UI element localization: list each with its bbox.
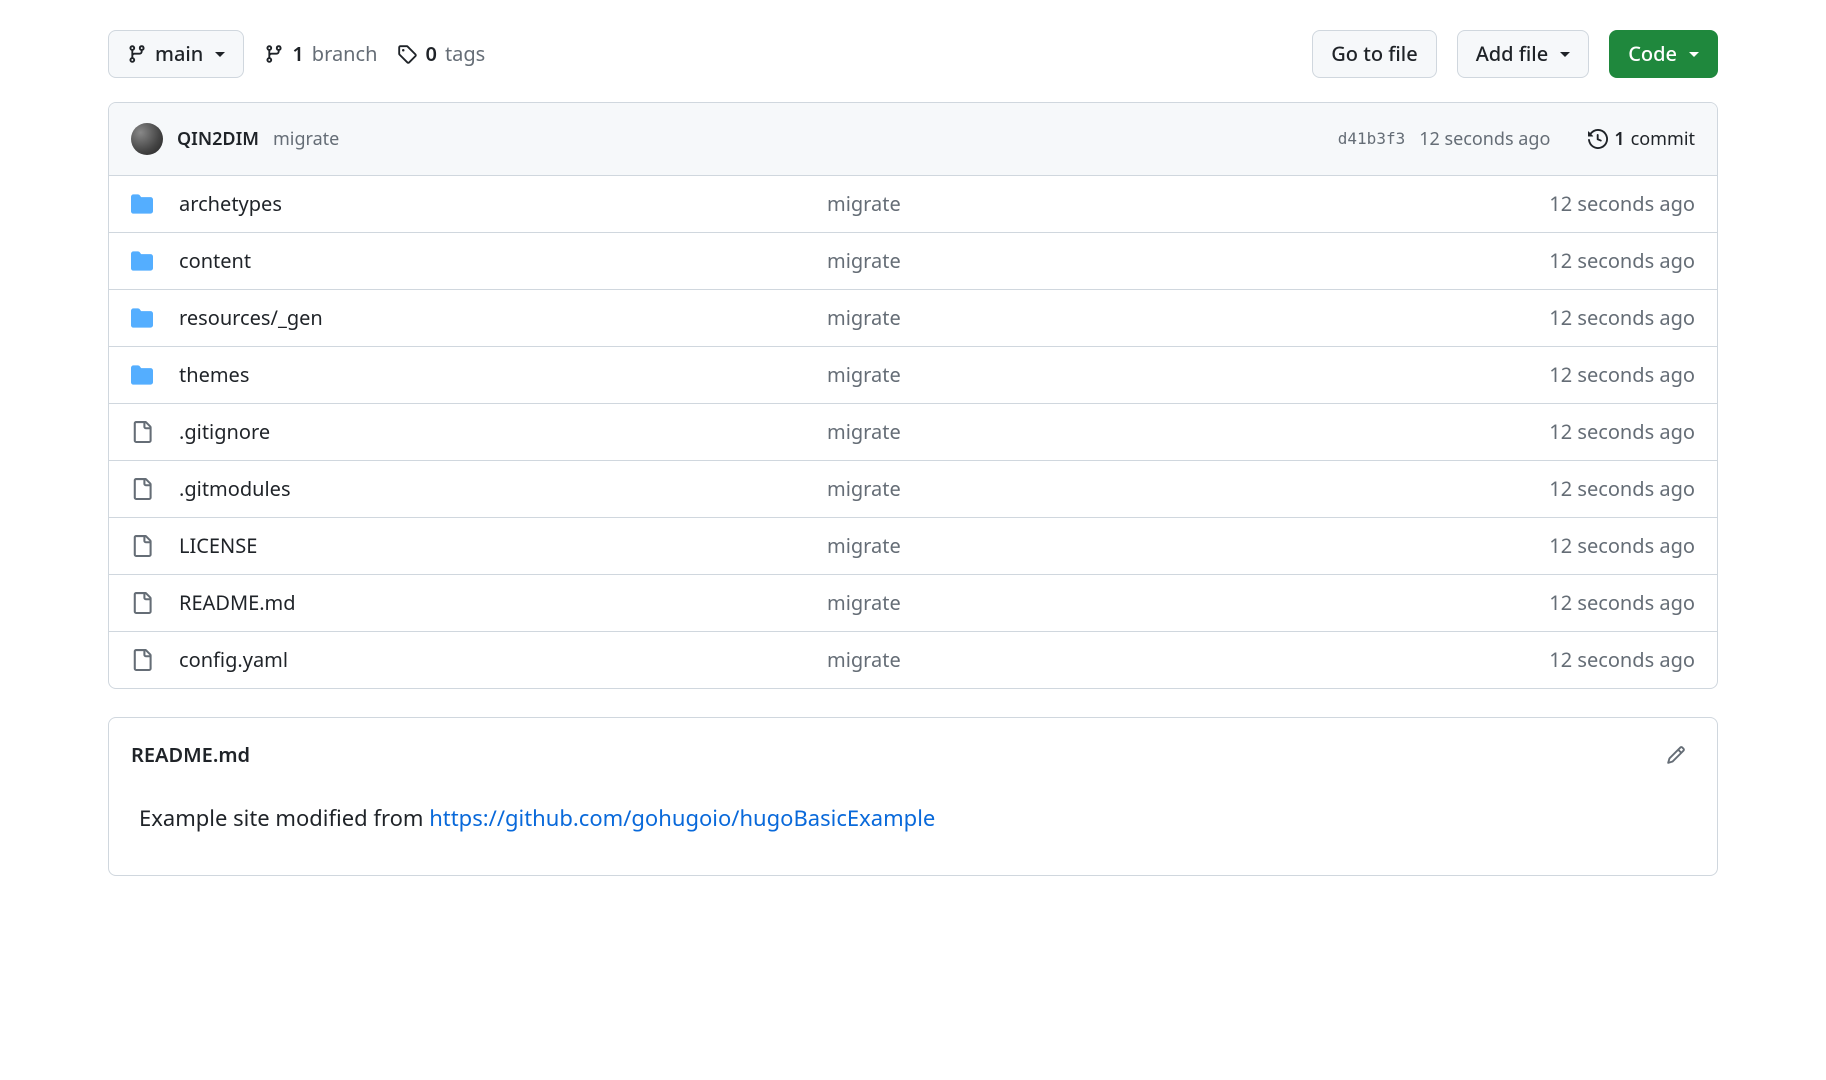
file-commit-message[interactable]: migrate: [827, 531, 1475, 561]
file-row: archetypesmigrate12 seconds ago: [109, 176, 1717, 232]
commit-ago[interactable]: 12 seconds ago: [1419, 126, 1550, 153]
file-commit-message[interactable]: migrate: [827, 246, 1475, 276]
latest-commit-bar: QIN2DIM migrate d41b3f3 12 seconds ago 1…: [109, 103, 1717, 176]
file-ago: 12 seconds ago: [1475, 417, 1695, 447]
file-commit-message[interactable]: migrate: [827, 360, 1475, 390]
pencil-icon: [1666, 745, 1686, 765]
file-list: archetypesmigrate12 seconds agocontentmi…: [109, 176, 1717, 688]
tags-link[interactable]: 0 tags: [397, 39, 485, 69]
file-commit-message[interactable]: migrate: [827, 645, 1475, 675]
folder-icon: [131, 364, 179, 386]
commit-count-word: commit: [1631, 126, 1695, 153]
file-ago: 12 seconds ago: [1475, 189, 1695, 219]
file-commit-message[interactable]: migrate: [827, 303, 1475, 333]
branches-link[interactable]: 1 branch: [264, 39, 377, 69]
file-ago: 12 seconds ago: [1475, 645, 1695, 675]
readme-link[interactable]: https://github.com/gohugoio/hugoBasicExa…: [429, 803, 935, 833]
readme-body: Example site modified from https://githu…: [109, 784, 1717, 875]
file-row: resources/_genmigrate12 seconds ago: [109, 289, 1717, 346]
readme-title[interactable]: README.md: [131, 740, 250, 770]
file-icon: [131, 649, 179, 671]
branch-icon: [264, 44, 284, 64]
file-row: config.yamlmigrate12 seconds ago: [109, 631, 1717, 688]
file-icon: [131, 478, 179, 500]
file-name[interactable]: content: [179, 246, 827, 276]
file-tree-box: QIN2DIM migrate d41b3f3 12 seconds ago 1…: [108, 102, 1718, 689]
file-commit-message[interactable]: migrate: [827, 474, 1475, 504]
commit-author[interactable]: QIN2DIM: [177, 126, 259, 153]
history-icon: [1588, 129, 1608, 149]
go-to-file-button[interactable]: Go to file: [1312, 30, 1436, 78]
folder-icon: [131, 307, 179, 329]
readme-text: Example site modified from: [139, 803, 429, 833]
file-commit-message[interactable]: migrate: [827, 417, 1475, 447]
code-button[interactable]: Code: [1609, 30, 1718, 78]
file-ago: 12 seconds ago: [1475, 360, 1695, 390]
repo-toolbar: main 1 branch 0 tags Go to file Add file: [108, 30, 1718, 78]
tag-count-word: tags: [445, 39, 485, 69]
file-commit-message[interactable]: migrate: [827, 189, 1475, 219]
file-row: themesmigrate12 seconds ago: [109, 346, 1717, 403]
file-ago: 12 seconds ago: [1475, 474, 1695, 504]
file-ago: 12 seconds ago: [1475, 588, 1695, 618]
file-ago: 12 seconds ago: [1475, 303, 1695, 333]
commit-sha[interactable]: d41b3f3: [1338, 127, 1405, 151]
branch-count-number: 1: [292, 39, 303, 69]
file-row: LICENSEmigrate12 seconds ago: [109, 517, 1717, 574]
tag-icon: [397, 44, 417, 64]
file-commit-message[interactable]: migrate: [827, 588, 1475, 618]
add-file-button[interactable]: Add file: [1457, 30, 1590, 78]
branch-icon: [127, 44, 147, 64]
file-icon: [131, 592, 179, 614]
file-icon: [131, 421, 179, 443]
file-ago: 12 seconds ago: [1475, 246, 1695, 276]
file-icon: [131, 535, 179, 557]
caret-down-icon: [1689, 52, 1699, 57]
file-ago: 12 seconds ago: [1475, 531, 1695, 561]
branch-count-word: branch: [312, 39, 378, 69]
commit-message[interactable]: migrate: [273, 126, 339, 153]
file-row: README.mdmigrate12 seconds ago: [109, 574, 1717, 631]
branch-select-button[interactable]: main: [108, 30, 244, 78]
file-name[interactable]: themes: [179, 360, 827, 390]
caret-down-icon: [215, 52, 225, 57]
folder-icon: [131, 250, 179, 272]
file-name[interactable]: LICENSE: [179, 531, 827, 561]
file-name[interactable]: resources/_gen: [179, 303, 827, 333]
commits-link[interactable]: 1 commit: [1588, 126, 1695, 153]
folder-icon: [131, 193, 179, 215]
file-row: .gitmodulesmigrate12 seconds ago: [109, 460, 1717, 517]
file-row: .gitignoremigrate12 seconds ago: [109, 403, 1717, 460]
file-name[interactable]: .gitmodules: [179, 474, 827, 504]
file-name[interactable]: config.yaml: [179, 645, 827, 675]
file-name[interactable]: .gitignore: [179, 417, 827, 447]
branch-name: main: [155, 39, 203, 69]
file-row: contentmigrate12 seconds ago: [109, 232, 1717, 289]
readme-box: README.md Example site modified from htt…: [108, 717, 1718, 876]
edit-readme-button[interactable]: [1657, 736, 1695, 774]
file-name[interactable]: archetypes: [179, 189, 827, 219]
avatar[interactable]: [131, 123, 163, 155]
file-name[interactable]: README.md: [179, 588, 827, 618]
commit-count: 1: [1614, 126, 1624, 153]
caret-down-icon: [1560, 52, 1570, 57]
tag-count-number: 0: [425, 39, 436, 69]
